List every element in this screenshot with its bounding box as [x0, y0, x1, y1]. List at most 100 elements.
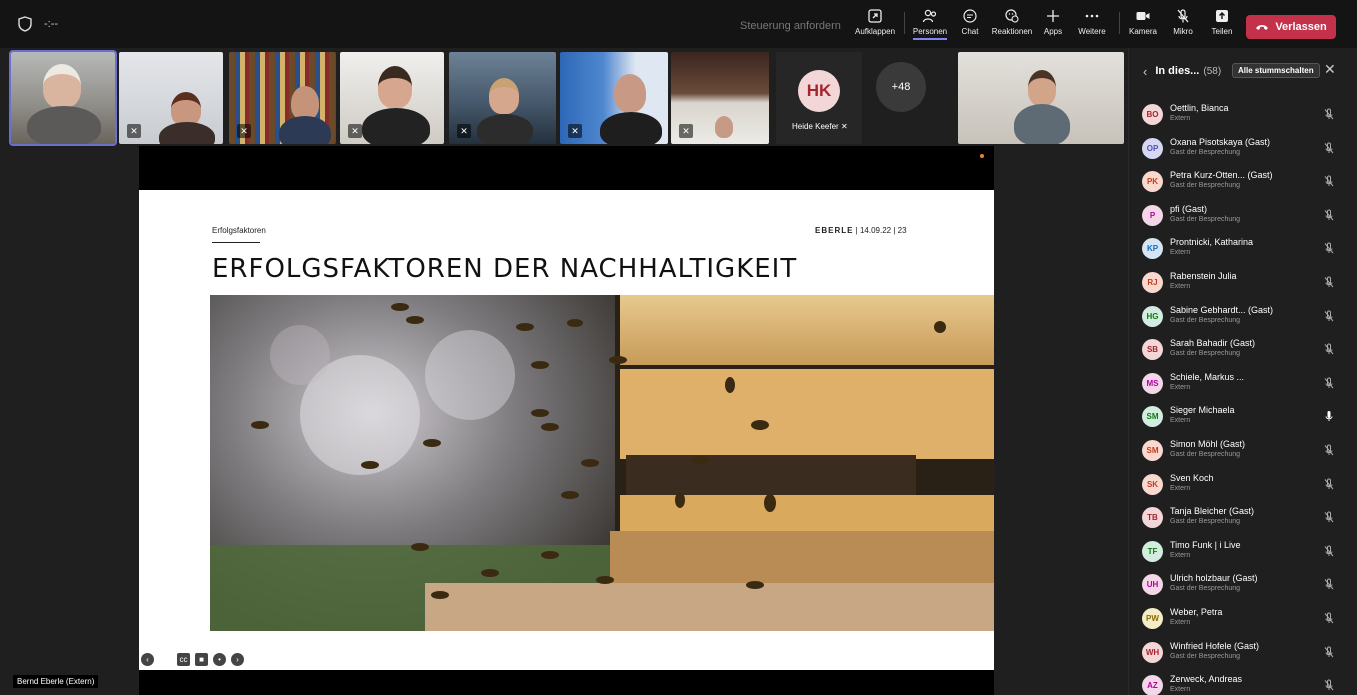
participant-name: Weber, Petra	[1170, 606, 1223, 617]
pen-icon[interactable]: ✎	[159, 653, 172, 666]
reactions-icon	[1005, 9, 1019, 23]
mic-off-icon	[1324, 679, 1334, 691]
participant-row[interactable]: SB Sarah Bahadir (Gast) Gast der Besprechu…	[1129, 333, 1357, 367]
participant-name: Simon Möhl (Gast)	[1170, 438, 1246, 449]
mic-off-icon	[1324, 578, 1334, 590]
meeting-timer: -:--	[44, 18, 59, 30]
shared-content-stage: Erfolgsfaktoren EBERLE | 14.09.22 | 23 E…	[139, 146, 994, 695]
previous-slide-button[interactable]: ‹	[141, 653, 154, 666]
avatar: TF	[1142, 540, 1163, 562]
video-tile[interactable]: ✕	[229, 52, 336, 144]
next-slide-button[interactable]: ›	[231, 653, 244, 666]
chat-button[interactable]: Chat	[946, 8, 994, 44]
avatar: P	[1142, 204, 1163, 226]
participant-row[interactable]: WH Winfried Hofele (Gast) Gast der Besprec…	[1129, 636, 1357, 670]
video-off-icon[interactable]: ■	[195, 653, 208, 666]
share-icon	[1216, 10, 1228, 22]
video-tile[interactable]: ✕	[449, 52, 556, 144]
participant-video	[378, 66, 412, 108]
avatar: KP	[1142, 238, 1163, 260]
video-tile[interactable]: ✕	[119, 52, 223, 144]
popout-icon	[868, 9, 882, 23]
mic-off-icon: ✕	[840, 122, 848, 131]
participant-row[interactable]: SM Sieger Michaela Extern	[1129, 400, 1357, 434]
participant-row[interactable]: BO Oettlin, Bianca Extern	[1129, 98, 1357, 132]
participant-role: Gast der Besprechung	[1170, 652, 1241, 660]
mic-off-icon	[1324, 276, 1334, 288]
mic-icon	[1325, 411, 1333, 422]
participant-row[interactable]: TB Tanja Bleicher (Gast) Gast der Besprech…	[1129, 501, 1357, 535]
video-tile[interactable]	[958, 52, 1124, 144]
participant-row[interactable]: AZ Zerweck, Andreas Extern	[1129, 669, 1357, 695]
participant-row[interactable]: Ppfi (Gast) Gast der Besprechung	[1129, 199, 1357, 233]
popout-button[interactable]: Aufklappen	[851, 8, 899, 44]
people-icon	[922, 9, 937, 23]
mic-off-icon	[1324, 108, 1334, 120]
captions-button[interactable]: cc	[177, 653, 190, 666]
participant-row[interactable]: OP Oxana Pisotskaya (Gast) Gast der Bespre…	[1129, 132, 1357, 166]
camera-icon	[1136, 12, 1150, 20]
video-tile[interactable]: ✕	[340, 52, 444, 144]
mic-off-icon	[1324, 545, 1334, 557]
mic-off-icon	[1324, 377, 1334, 389]
mic-off-icon	[1177, 9, 1189, 23]
participant-row[interactable]: RJ Rabenstein Julia Extern	[1129, 266, 1357, 300]
participant-row[interactable]: TF Timo Funk | i Live Extern	[1129, 535, 1357, 569]
more-button[interactable]: Weitere	[1068, 8, 1116, 44]
chevron-left-icon[interactable]: ‹	[1143, 64, 1147, 79]
video-tile[interactable]: ✕	[671, 52, 769, 144]
panel-title: In dies...	[1155, 65, 1200, 77]
close-icon[interactable]: ✕	[1324, 61, 1336, 78]
participant-row[interactable]: HG Sabine Gebhardt... (Gast) Gast der Besp…	[1129, 300, 1357, 334]
avatar: HK	[798, 70, 840, 112]
mute-all-button[interactable]: Alle stummschalten	[1232, 63, 1320, 78]
reactions-label: Reaktionen	[991, 27, 1033, 36]
leave-label: Verlassen	[1275, 21, 1327, 33]
participant-row[interactable]: PW Weber, Petra Extern	[1129, 602, 1357, 636]
mic-off-icon: ✕	[568, 124, 582, 138]
avatar: UH	[1142, 574, 1163, 596]
video-tile-heide-keefer[interactable]: HK Heide Keefer ✕	[776, 52, 862, 144]
avatar: BO	[1142, 104, 1163, 125]
avatar: SB	[1142, 339, 1163, 361]
participant-video	[614, 74, 646, 112]
avatar: HG	[1142, 305, 1163, 327]
participant-row[interactable]: PK Petra Kurz-Otten... (Gast) Gast der Bes…	[1129, 165, 1357, 199]
participant-role: Gast der Besprechung	[1170, 316, 1241, 324]
participant-role: Extern	[1170, 618, 1191, 626]
participant-name: Sarah Bahadir (Gast)	[1170, 338, 1256, 349]
popout-label: Aufklappen	[854, 27, 896, 36]
participant-row[interactable]: KP Prontnicki, Katharina Extern	[1129, 232, 1357, 266]
beehive-photo	[210, 295, 994, 631]
participant-row[interactable]: SK Sven Koch Extern	[1129, 468, 1357, 502]
participant-video	[489, 78, 519, 114]
request-control-button[interactable]: Steuerung anfordern	[732, 16, 849, 36]
more-participants-button[interactable]: +48	[876, 62, 926, 112]
participant-name: Winfried Hofele (Gast)	[1170, 640, 1260, 651]
chat-label: Chat	[961, 27, 979, 36]
participant-video	[362, 108, 430, 144]
participant-row[interactable]: UH Ulrich holzbaur (Gast) Gast der Besprec…	[1129, 568, 1357, 602]
participant-row[interactable]: MS Schiele, Markus ... Extern	[1129, 367, 1357, 401]
participant-name: Heide Keefer ✕	[792, 122, 848, 131]
share-label: Teilen	[1211, 27, 1233, 36]
participant-video	[600, 112, 662, 144]
more-options-button[interactable]: •	[213, 653, 226, 666]
participant-video	[171, 92, 201, 126]
participant-role: Gast der Besprechung	[1170, 148, 1241, 156]
participant-name: pfi (Gast)	[1170, 203, 1208, 214]
participant-video	[291, 86, 319, 120]
participant-role: Extern	[1170, 282, 1191, 290]
participant-row[interactable]: SM Simon Möhl (Gast) Gast der Besprechung	[1129, 434, 1357, 468]
avatar: TB	[1142, 507, 1163, 529]
avatar: MS	[1142, 372, 1163, 394]
slide-section: Erfolgsfaktoren	[212, 226, 266, 235]
share-button[interactable]: Teilen	[1198, 8, 1246, 44]
video-tile[interactable]	[9, 50, 117, 146]
apps-label: Apps	[1043, 27, 1063, 36]
more-icon	[1085, 14, 1099, 18]
video-tile[interactable]: ✕	[560, 52, 668, 144]
mic-off-icon	[1324, 242, 1334, 254]
leave-button[interactable]: Verlassen	[1246, 15, 1336, 39]
participant-role: Gast der Besprechung	[1170, 585, 1241, 593]
